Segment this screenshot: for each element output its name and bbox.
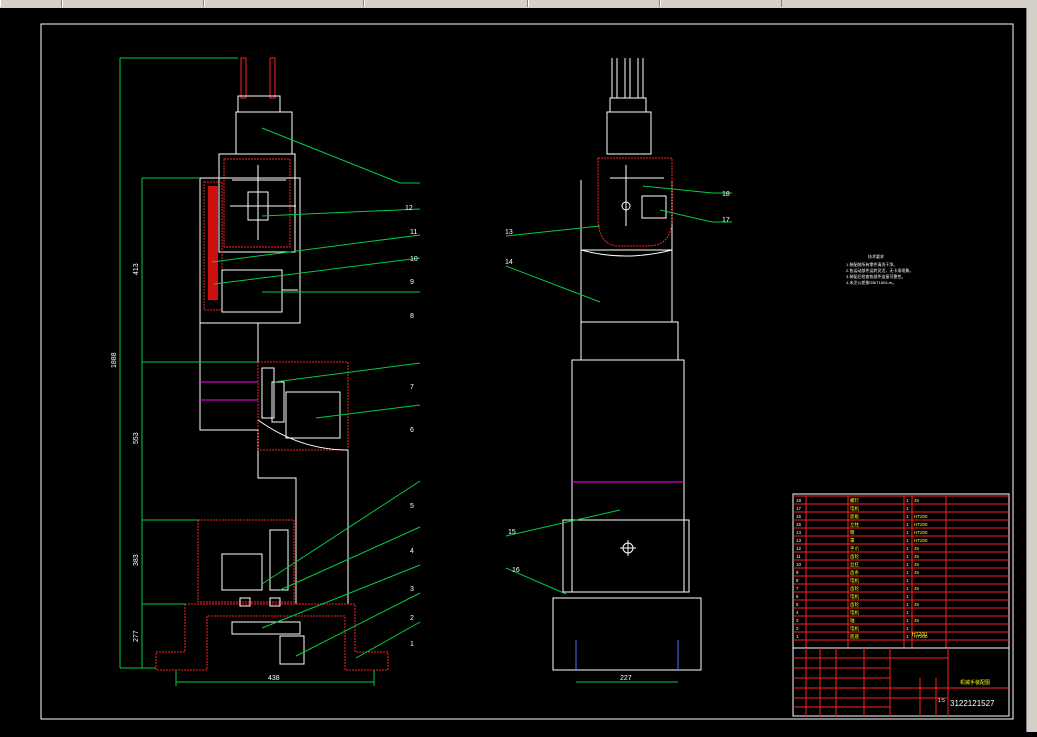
parts-cell: 电机 (850, 609, 859, 616)
parts-cell: 底板 (850, 513, 859, 520)
svg-text:12: 12 (405, 205, 413, 212)
parts-cell: 齿条 (850, 569, 859, 576)
dim-base-left: 438 (268, 675, 280, 682)
cad-canvas[interactable]: 1888 413 553 383 277 438 1 2 3 4 5 6 7 8… (0, 8, 1026, 732)
parts-cell: HT200 (914, 538, 928, 543)
drawing-number: 3122121527 (950, 699, 995, 708)
svg-text:16: 16 (512, 567, 520, 574)
dim-total: 1888 (111, 352, 118, 368)
svg-text:1.装配前所有零件清洗干净。: 1.装配前所有零件清洗干净。 (846, 261, 897, 267)
parts-cell: 10 (796, 562, 802, 567)
parts-cell: 电机 (850, 505, 859, 512)
svg-text:7: 7 (410, 384, 414, 391)
svg-text:4.未注公差按GB/T1804-m。: 4.未注公差按GB/T1804-m。 (846, 279, 896, 285)
svg-text:2: 2 (410, 615, 414, 622)
parts-cell: 11 (796, 554, 801, 559)
parts-cell: 45 (914, 498, 920, 503)
dim-2: 553 (133, 432, 140, 444)
parts-cell: 16 (796, 514, 802, 519)
parts-cell: 13 (796, 538, 802, 543)
parts-cell: HT200 (914, 514, 928, 519)
rack (208, 186, 218, 300)
parts-cell: 14 (796, 530, 802, 535)
toolbar-tab[interactable] (660, 0, 782, 7)
parts-cell: 立柱 (850, 521, 859, 528)
parts-cell: 轴 (850, 617, 855, 624)
svg-text:3: 3 (410, 586, 414, 593)
parts-cell: 18 (796, 498, 802, 503)
parts-cell: 螺钉 (850, 497, 859, 504)
parts-cell: 电机 (850, 577, 859, 584)
parts-cell: 45 (914, 546, 920, 551)
svg-text:9: 9 (410, 279, 414, 286)
toolbar-tab[interactable] (528, 0, 660, 7)
toolbar-tab[interactable] (204, 0, 364, 7)
parts-cell: 手爪 (850, 545, 859, 552)
dim-1: 413 (133, 263, 140, 275)
svg-text:10: 10 (410, 256, 418, 263)
parts-cell: 12 (796, 546, 802, 551)
svg-text:17: 17 (722, 217, 730, 224)
svg-text:1: 1 (410, 641, 414, 648)
dim-base-right: 227 (620, 675, 632, 682)
parts-cell: 电机 (850, 625, 859, 632)
drawing-title: 机械手装配图 (960, 679, 990, 686)
parts-cell: 45 (914, 570, 920, 575)
parts-cell: 底座 (850, 633, 859, 640)
svg-text:4: 4 (410, 548, 414, 555)
parts-cell: 齿轮 (850, 585, 859, 592)
title-scale: 1:5 (938, 698, 945, 704)
svg-text:14: 14 (505, 259, 513, 266)
parts-cell: 电机 (850, 593, 859, 600)
drawing-svg: 1888 413 553 383 277 438 1 2 3 4 5 6 7 8… (0, 8, 1026, 732)
parts-cell: HT200 (914, 522, 928, 527)
svg-text:8: 8 (410, 313, 414, 320)
svg-text:3.装配后检查各部件连接可靠性。: 3.装配后检查各部件连接可靠性。 (846, 273, 905, 279)
vertical-scrollbar[interactable] (1026, 8, 1037, 732)
svg-text:2.各运动部件运转灵活，无卡滞现象。: 2.各运动部件运转灵活，无卡滞现象。 (846, 267, 913, 273)
parts-cell: 45 (914, 562, 920, 567)
parts-cell: 15 (796, 522, 802, 527)
parts-cell: 齿轮 (850, 553, 859, 560)
parts-cell: 45 (914, 554, 920, 559)
toolbar-tab[interactable] (364, 0, 528, 7)
parts-cell: 17 (796, 506, 802, 511)
parts-cell: 臂 (850, 529, 855, 536)
toolbar-tab[interactable] (62, 0, 204, 7)
svg-text:11: 11 (410, 229, 417, 236)
toolbar-tab[interactable] (0, 0, 62, 7)
dim-4: 277 (133, 630, 140, 642)
svg-text:18: 18 (722, 191, 730, 198)
svg-text:13: 13 (505, 229, 513, 236)
parts-cell: 45 (914, 618, 920, 623)
parts-cell: 45 (914, 586, 920, 591)
svg-text:6: 6 (410, 427, 414, 434)
parts-cell: 丝杠 (850, 561, 859, 568)
title-material: HT200 (912, 632, 927, 638)
svg-text:5: 5 (410, 503, 414, 510)
svg-text:技术要求: 技术要求 (868, 253, 884, 259)
parts-cell: 罩 (850, 538, 855, 543)
dim-3: 383 (133, 554, 140, 566)
parts-cell: 齿轮 (850, 601, 859, 608)
parts-cell: HT200 (914, 530, 928, 535)
parts-cell: 45 (914, 602, 920, 607)
svg-text:15: 15 (508, 529, 516, 536)
